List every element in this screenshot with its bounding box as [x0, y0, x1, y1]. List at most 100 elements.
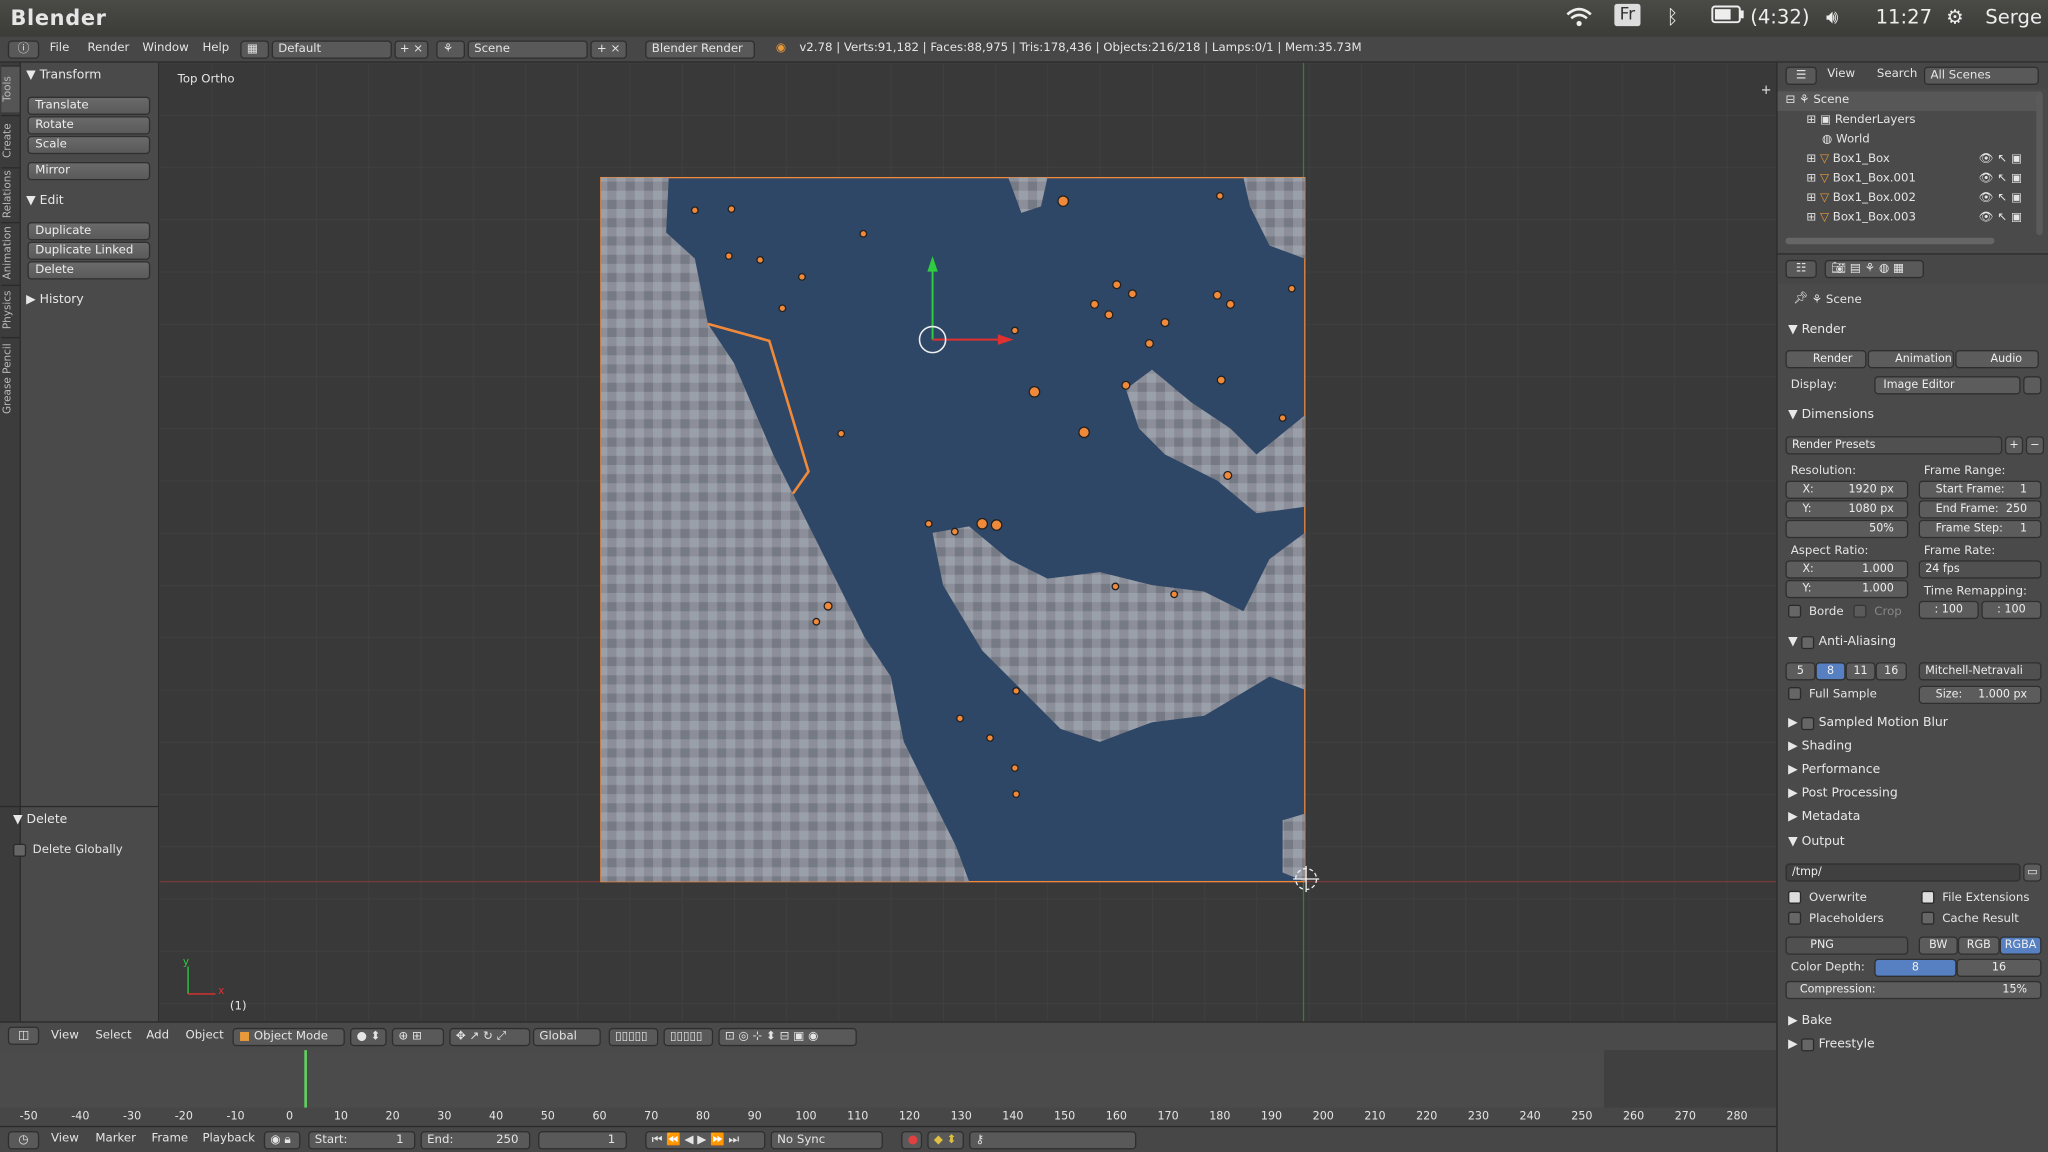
layer-buttons-2[interactable]: ▯▯▯▯▯	[663, 1027, 714, 1047]
crop-checkbox[interactable]	[1853, 604, 1867, 618]
tab-tools[interactable]: Tools	[1, 65, 20, 113]
aa-samples-11[interactable]: 11	[1845, 662, 1876, 681]
color-mode-bw[interactable]: BW	[1918, 936, 1958, 955]
metadata-panel-header[interactable]: ▶ Metadata	[1788, 810, 1860, 824]
tab-relations[interactable]: Relations	[1, 167, 20, 220]
editor-type-3dview-icon[interactable]: ◫	[7, 1026, 40, 1045]
tab-animation[interactable]: Animation	[1, 222, 20, 283]
rotate-button[interactable]: Rotate	[27, 116, 151, 135]
freestyle-checkbox[interactable]	[1801, 1037, 1815, 1051]
menu-window[interactable]: Window	[142, 42, 188, 55]
outliner-menu-view[interactable]: View	[1827, 68, 1855, 81]
mirror-button[interactable]: Mirror	[27, 161, 151, 181]
timeline-playhead[interactable]	[304, 1050, 307, 1111]
transform-orientation-select[interactable]: Global	[532, 1027, 601, 1047]
menu-select[interactable]: Select	[95, 1029, 131, 1042]
scene-select[interactable]: Scene	[467, 40, 588, 59]
duplicate-linked-button[interactable]: Duplicate Linked	[27, 241, 151, 260]
performance-panel-header[interactable]: ▶ Performance	[1788, 763, 1880, 777]
sync-mode-select[interactable]: No Sync	[770, 1131, 883, 1150]
delete-globally-checkbox[interactable]	[13, 843, 27, 857]
clock[interactable]: 11:27	[1876, 5, 1932, 29]
end-frame-field[interactable]: End: 250	[420, 1131, 531, 1150]
editor-type-properties-icon[interactable]: ☷	[1785, 259, 1817, 279]
color-depth-16[interactable]: 16	[1956, 958, 2042, 977]
translate-button[interactable]: Translate	[27, 96, 151, 115]
output-panel-header[interactable]: ▼ Output	[1788, 835, 1845, 849]
add-preset-button[interactable]: +	[2004, 436, 2024, 455]
color-mode-rgba[interactable]: RGBA	[1999, 936, 2042, 955]
playback-controls[interactable]: ⏮ ⏪ ◀ ▶ ⏩ ⏭	[645, 1131, 766, 1150]
pivot-point-select[interactable]: ⊕ ⊞	[391, 1027, 445, 1047]
freestyle-panel-header[interactable]: ▶ Freestyle	[1788, 1037, 1875, 1051]
aa-filter-select[interactable]: Mitchell-Netravali	[1918, 662, 2042, 681]
3d-viewport[interactable]: Top Ortho (1) x y +	[159, 62, 1777, 1022]
volume-icon[interactable]: 🔊︎	[1826, 5, 1838, 29]
menu-add[interactable]: Add	[146, 1029, 169, 1042]
cache-result-checkbox[interactable]	[1921, 911, 1935, 925]
motion-blur-panel-header[interactable]: ▶ Sampled Motion Blur	[1788, 716, 1948, 730]
display-toggle-icon[interactable]	[2023, 376, 2042, 395]
edit-panel-header[interactable]: ▼ Edit	[26, 193, 64, 207]
outliner-display-mode-select[interactable]: All Scenes	[1923, 66, 2039, 85]
layer-buttons-1[interactable]: ▯▯▯▯▯	[608, 1027, 659, 1047]
menu-object[interactable]: Object	[185, 1029, 223, 1042]
battery-icon[interactable]	[1711, 5, 1745, 29]
dimensions-panel-header[interactable]: ▼ Dimensions	[1788, 408, 1874, 422]
resolution-y-field[interactable]: Y: 1080 px	[1785, 500, 1909, 519]
resolution-percentage-slider[interactable]: 50%	[1785, 519, 1909, 539]
tab-create[interactable]: Create	[1, 114, 20, 165]
outliner-vertical-scrollbar[interactable]	[2036, 91, 2043, 236]
viewport-canvas[interactable]	[159, 62, 1777, 1022]
add-remove-scene-icon[interactable]: + ×	[590, 40, 627, 59]
menu-view[interactable]: View	[51, 1029, 79, 1042]
properties-region-toggle-icon[interactable]: +	[1761, 84, 1772, 98]
outliner-row-scene[interactable]: ⊟ ⚘ Scene	[1777, 91, 2039, 112]
border-checkbox[interactable]	[1788, 604, 1802, 618]
render-image-button[interactable]: Render	[1785, 350, 1867, 369]
folder-browse-icon[interactable]: ▭	[2023, 863, 2042, 882]
post-processing-panel-header[interactable]: ▶ Post Processing	[1788, 786, 1898, 800]
tab-grease-pencil[interactable]: Grease Pencil	[1, 336, 20, 418]
remap-new-field[interactable]: : 100	[1981, 600, 2042, 620]
timeline-ruler[interactable]: -50 -40 -30 -20 -10 0 10 20 30 40 50 60 70 80 90 100 110…	[0, 1107, 1777, 1126]
outliner-row-box-002[interactable]: ⊞ ▽ Box1_Box.002 👁︎ ↖ ▣	[1778, 189, 2039, 209]
menu-file[interactable]: File	[50, 42, 70, 55]
settings-gear-icon[interactable]: ⚙	[1946, 5, 1964, 29]
resolution-x-field[interactable]: X: 1920 px	[1785, 480, 1909, 499]
preview-range-toggle-icon[interactable]: ◉ 🔒︎	[263, 1131, 301, 1150]
aa-samples-16[interactable]: 16	[1875, 662, 1907, 681]
menu-render[interactable]: Render	[88, 42, 130, 55]
file-extensions-checkbox[interactable]	[1921, 890, 1935, 904]
color-depth-8[interactable]: 8	[1874, 958, 1957, 977]
aa-samples-8[interactable]: 8	[1815, 662, 1846, 681]
aa-samples-5[interactable]: 5	[1785, 662, 1816, 681]
aspect-x-field[interactable]: X: 1.000	[1785, 560, 1909, 579]
wifi-icon[interactable]	[1565, 5, 1594, 34]
shading-panel-header[interactable]: ▶ Shading	[1788, 739, 1852, 753]
render-presets-select[interactable]: Render Presets	[1785, 436, 2003, 455]
display-select[interactable]: Image Editor	[1874, 376, 2021, 395]
delete-button[interactable]: Delete	[27, 261, 151, 280]
tab-physics[interactable]: Physics	[1, 284, 20, 335]
current-frame-field[interactable]: 1	[538, 1131, 627, 1150]
pin-icon[interactable]: 📌︎	[1793, 293, 1808, 306]
transform-panel-header[interactable]: ▼ Transform	[26, 68, 101, 82]
anti-aliasing-checkbox[interactable]	[1801, 635, 1815, 649]
visibility-icons[interactable]: 👁︎ ↖ ▣	[1979, 212, 2022, 225]
compression-slider[interactable]: Compression: 15%	[1785, 980, 2042, 1000]
viewport-shading-select[interactable]: ● ⬍	[350, 1027, 387, 1047]
visibility-icons[interactable]: 👁︎ ↖ ▣	[1979, 192, 2022, 205]
start-frame-field[interactable]: Start: 1	[308, 1131, 416, 1150]
aspect-y-field[interactable]: Y: 1.000	[1785, 579, 1909, 599]
render-panel-header[interactable]: ▼ Render	[1788, 323, 1846, 337]
editor-type-outliner-icon[interactable]: ☰	[1785, 66, 1817, 85]
frame-rate-select[interactable]: 24 fps	[1918, 560, 2042, 579]
auto-keyframe-record-icon[interactable]: ●	[901, 1131, 923, 1150]
color-mode-rgb[interactable]: RGB	[1957, 936, 2000, 955]
user-name[interactable]: Serge	[1985, 5, 2042, 29]
frame-step-field[interactable]: Frame Step: 1	[1918, 519, 2042, 539]
outliner-row-box[interactable]: ⊞ ▽ Box1_Box 👁︎ ↖ ▣	[1778, 150, 2039, 170]
bluetooth-icon[interactable]: ᛒ	[1667, 5, 1679, 29]
menu-marker[interactable]: Marker	[95, 1132, 136, 1145]
